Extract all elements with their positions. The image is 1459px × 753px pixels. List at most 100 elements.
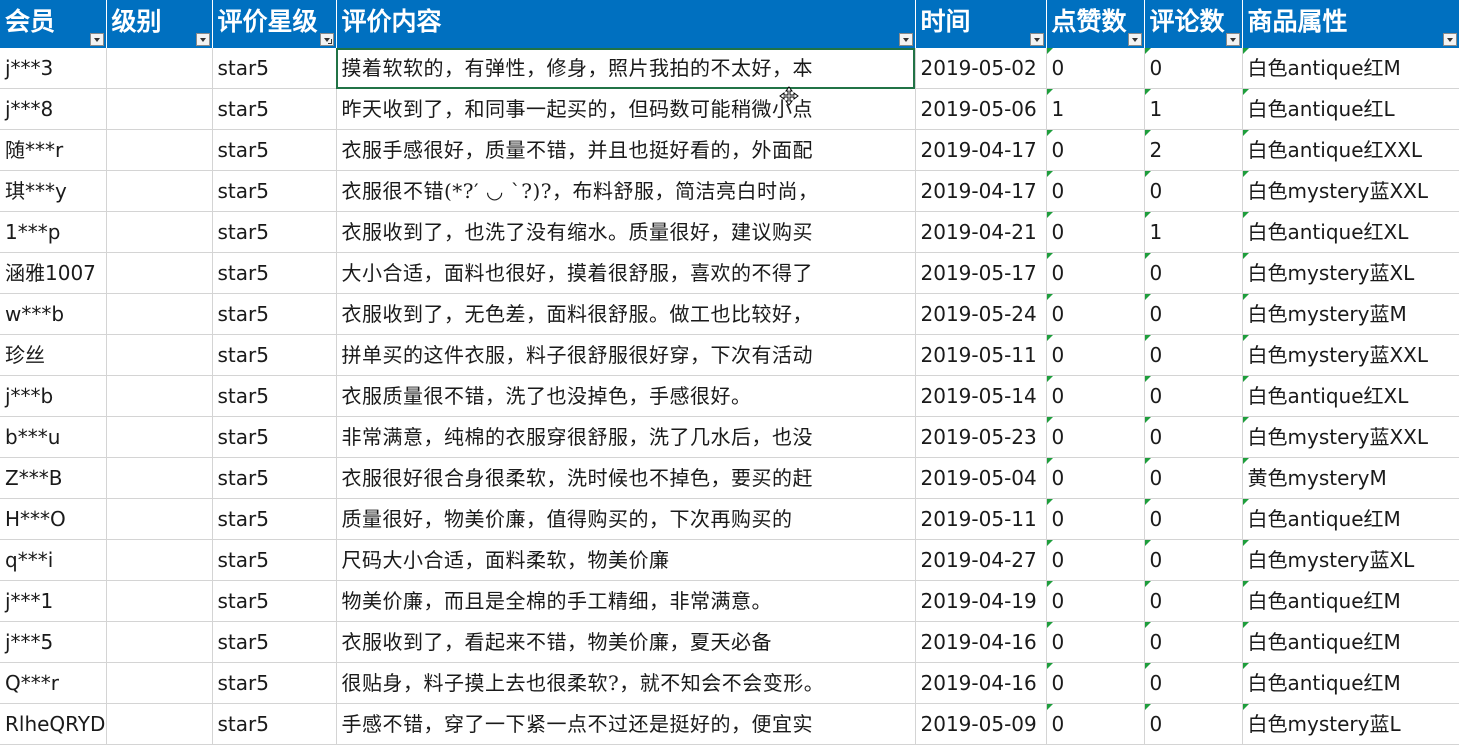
header-time[interactable]: 时间 [915,0,1047,48]
cell-likes[interactable]: 0 [1046,457,1145,499]
cell-content[interactable]: 衣服收到了，也洗了没有缩水。质量很好，建议购买 [336,211,916,253]
cell-likes[interactable]: 0 [1046,662,1145,704]
cell-comments[interactable]: 0 [1144,498,1243,540]
cell-level[interactable] [106,580,213,622]
header-attr[interactable]: 商品属性 [1242,0,1459,48]
cell-comments[interactable]: 0 [1144,662,1243,704]
cell-time[interactable]: 2019-04-16 [915,621,1047,663]
cell-stars[interactable]: star5 [212,703,337,745]
cell-attr[interactable]: 白色mystery蓝XXL [1242,334,1459,376]
cell-level[interactable] [106,416,213,458]
cell-time[interactable]: 2019-04-27 [915,539,1047,581]
header-stars[interactable]: 评价星级 [212,0,337,48]
cell-comments[interactable]: 0 [1144,334,1243,376]
cell-likes[interactable]: 0 [1046,703,1145,745]
cell-level[interactable] [106,662,213,704]
cell-time[interactable]: 2019-05-11 [915,498,1047,540]
cell-time[interactable]: 2019-04-17 [915,129,1047,171]
cell-time[interactable]: 2019-05-11 [915,334,1047,376]
cell-attr[interactable]: 白色mystery蓝XXL [1242,416,1459,458]
cell-member[interactable]: j***8 [0,88,107,130]
cell-likes[interactable]: 0 [1046,621,1145,663]
cell-content[interactable]: 衣服收到了，看起来不错，物美价廉，夏天必备 [336,621,916,663]
cell-level[interactable] [106,703,213,745]
cell-stars[interactable]: star5 [212,293,337,335]
cell-content[interactable]: 衣服收到了，无色差，面料很舒服。做工也比较好， [336,293,916,335]
cell-member[interactable]: q***i [0,539,107,581]
cell-content[interactable]: 尺码大小合适，面料柔软，物美价廉 [336,539,916,581]
header-member[interactable]: 会员 [0,0,107,48]
cell-content[interactable]: 物美价廉，而且是全棉的手工精细，非常满意。 [336,580,916,622]
cell-comments[interactable]: 0 [1144,252,1243,294]
cell-time[interactable]: 2019-04-19 [915,580,1047,622]
cell-time[interactable]: 2019-05-24 [915,293,1047,335]
cell-stars[interactable]: star5 [212,539,337,581]
cell-stars[interactable]: star5 [212,48,337,89]
cell-attr[interactable]: 白色antique红XL [1242,211,1459,253]
header-level[interactable]: 级别 [106,0,213,48]
cell-level[interactable] [106,129,213,171]
header-likes[interactable]: 点赞数 [1046,0,1145,48]
cell-member[interactable]: w***b [0,293,107,335]
cell-level[interactable] [106,539,213,581]
filter-dropdown-icon[interactable] [1225,33,1240,46]
cell-level[interactable] [106,170,213,212]
cell-attr[interactable]: 白色antique红M [1242,662,1459,704]
cell-comments[interactable]: 0 [1144,703,1243,745]
cell-stars[interactable]: star5 [212,211,337,253]
cell-member[interactable]: j***5 [0,621,107,663]
cell-comments[interactable]: 1 [1144,88,1243,130]
cell-member[interactable]: j***1 [0,580,107,622]
cell-level[interactable] [106,621,213,663]
cell-likes[interactable]: 0 [1046,334,1145,376]
cell-comments[interactable]: 0 [1144,375,1243,417]
cell-likes[interactable]: 0 [1046,170,1145,212]
cell-level[interactable] [106,334,213,376]
filter-dropdown-icon[interactable] [195,33,210,46]
cell-comments[interactable]: 1 [1144,211,1243,253]
cell-likes[interactable]: 0 [1046,416,1145,458]
cell-member[interactable]: j***b [0,375,107,417]
cell-likes[interactable]: 0 [1046,129,1145,171]
cell-likes[interactable]: 1 [1046,88,1145,130]
cell-member[interactable]: Z***B [0,457,107,499]
cell-content[interactable]: 衣服质量很不错，洗了也没掉色，手感很好。 [336,375,916,417]
filter-dropdown-icon[interactable] [1442,33,1457,46]
cell-content[interactable]: 昨天收到了，和同事一起买的，但码数可能稍微小点 [336,88,916,130]
cell-member[interactable]: 1***p [0,211,107,253]
cell-level[interactable] [106,375,213,417]
cell-likes[interactable]: 0 [1046,580,1145,622]
header-comments[interactable]: 评论数 [1144,0,1243,48]
cell-level[interactable] [106,252,213,294]
cell-content[interactable]: 很贴身，料子摸上去也很柔软?，就不知会不会变形。 [336,662,916,704]
cell-time[interactable]: 2019-05-06 [915,88,1047,130]
cell-stars[interactable]: star5 [212,252,337,294]
filter-active-icon[interactable] [319,33,334,46]
cell-attr[interactable]: 白色antique红L [1242,88,1459,130]
spreadsheet[interactable]: 会员 级别 评价星级 评价内容 时间 点赞数 评论数 商品属性 j***3 sta… [0,0,1459,753]
cell-stars[interactable]: star5 [212,416,337,458]
cell-attr[interactable]: 白色antique红M [1242,48,1459,89]
cell-content[interactable]: 质量很好，物美价廉，值得购买的，下次再购买的 [336,498,916,540]
cell-stars[interactable]: star5 [212,498,337,540]
filter-dropdown-icon[interactable] [89,33,104,46]
cell-likes[interactable]: 0 [1046,539,1145,581]
cell-attr[interactable]: 白色mystery蓝M [1242,293,1459,335]
filter-dropdown-icon[interactable] [898,33,913,46]
cell-time[interactable]: 2019-05-14 [915,375,1047,417]
cell-stars[interactable]: star5 [212,334,337,376]
cell-attr[interactable]: 白色antique红XL [1242,375,1459,417]
cell-content[interactable]: 手感不错，穿了一下紧一点不过还是挺好的，便宜实 [336,703,916,745]
cell-content[interactable]: 拼单买的这件衣服，料子很舒服很好穿，下次有活动 [336,334,916,376]
cell-stars[interactable]: star5 [212,662,337,704]
cell-attr[interactable]: 白色mystery蓝L [1242,703,1459,745]
cell-stars[interactable]: star5 [212,170,337,212]
cell-stars[interactable]: star5 [212,580,337,622]
cell-time[interactable]: 2019-04-16 [915,662,1047,704]
cell-stars[interactable]: star5 [212,88,337,130]
cell-time[interactable]: 2019-05-17 [915,252,1047,294]
cell-level[interactable] [106,88,213,130]
cell-level[interactable] [106,211,213,253]
cell-attr[interactable]: 白色antique红XXL [1242,129,1459,171]
cell-member[interactable]: j***3 [0,48,107,89]
